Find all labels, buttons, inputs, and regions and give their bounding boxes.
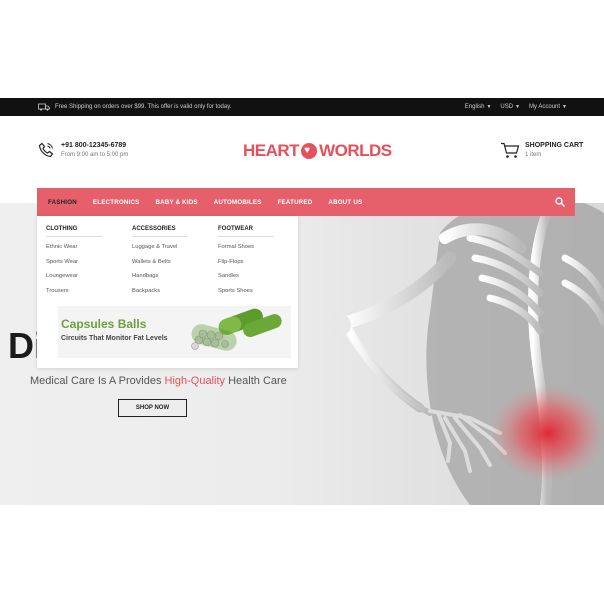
contact-phone[interactable]: +91 800-12345-6789 From 9:00 am to 5:00 … bbox=[38, 142, 128, 158]
account-label: My Account bbox=[529, 104, 561, 110]
hero-tagline: Medical Care Is A Provides High-Quality … bbox=[30, 375, 287, 387]
cart-title: SHOPPING CART bbox=[525, 142, 584, 149]
nav-item-electronics[interactable]: ELECTRONICS bbox=[93, 199, 140, 206]
menu-link[interactable]: Sandles bbox=[218, 273, 274, 279]
cart-icon bbox=[501, 142, 520, 158]
column-heading: CLOTHING bbox=[46, 226, 102, 237]
shop-now-button[interactable]: SHOP NOW bbox=[118, 399, 187, 417]
menu-link[interactable]: Sports Shoes bbox=[218, 288, 274, 294]
nav-item-about-us[interactable]: ABOUT US bbox=[328, 199, 362, 206]
phone-icon bbox=[38, 142, 54, 158]
tagline-start: Medical Care Is A Provides bbox=[30, 375, 165, 387]
promo-title: Capsules Balls bbox=[61, 317, 147, 331]
phone-number: +91 800-12345-6789 bbox=[61, 142, 127, 149]
tagline-end: Health Care bbox=[225, 375, 287, 387]
shipping-text: Free Shipping on orders over $99. This o… bbox=[55, 104, 232, 110]
site-logo[interactable]: HEART WORLDS bbox=[243, 141, 392, 161]
menu-column-accessories: ACCESSORIES Luggage & Travel Wallets & B… bbox=[132, 226, 188, 302]
nav-item-baby-kids[interactable]: BABY & KIDS bbox=[155, 199, 197, 206]
main-nav: FASHION ELECTRONICS BABY & KIDS AUTOMOBI… bbox=[37, 188, 575, 216]
search-icon[interactable] bbox=[555, 197, 565, 207]
menu-link[interactable]: Luggage & Travel bbox=[132, 244, 188, 250]
truck-icon bbox=[38, 103, 50, 111]
heart-icon bbox=[301, 143, 318, 159]
chevron-down-icon: ▼ bbox=[562, 104, 567, 110]
nav-item-featured[interactable]: FEATURED bbox=[278, 199, 313, 206]
shopping-cart[interactable]: SHOPPING CART 1 item bbox=[500, 142, 583, 159]
nav-item-automobiles[interactable]: AUTOMOBILES bbox=[214, 199, 262, 206]
menu-link[interactable]: Backpacks bbox=[132, 288, 188, 294]
capsules-image bbox=[191, 308, 282, 351]
chevron-down-icon: ▼ bbox=[486, 104, 492, 110]
chevron-down-icon: ▼ bbox=[515, 104, 521, 110]
column-heading: FOOTWEAR bbox=[218, 226, 274, 237]
logo-text-left: HEART bbox=[243, 141, 300, 160]
currency-select[interactable]: USD ▼ bbox=[500, 104, 520, 110]
language-select[interactable]: English ▼ bbox=[465, 104, 492, 110]
logo-text-right: WORLDS bbox=[319, 141, 392, 160]
currency-label: USD bbox=[500, 104, 514, 110]
shipping-notice: Free Shipping on orders over $99. This o… bbox=[38, 98, 231, 116]
promo-banner[interactable]: Capsules Balls Circuits That Monitor Fat… bbox=[58, 306, 291, 358]
menu-link[interactable]: Formal Shoes bbox=[218, 244, 274, 250]
menu-column-footwear: FOOTWEAR Formal Shoes Flip-Flops Sandles… bbox=[218, 226, 274, 302]
menu-link[interactable]: Ethnic Wear bbox=[46, 244, 102, 250]
account-menu[interactable]: My Account ▼ bbox=[529, 104, 567, 110]
menu-link[interactable]: Wallets & Belts bbox=[132, 259, 188, 265]
menu-link[interactable]: Sports Wear bbox=[46, 259, 102, 265]
menu-link[interactable]: Flip-Flops bbox=[218, 259, 274, 265]
fashion-mega-menu: CLOTHING Ethnic Wear Sports Wear Loungew… bbox=[37, 216, 298, 368]
menu-column-clothing: CLOTHING Ethnic Wear Sports Wear Loungew… bbox=[46, 226, 102, 302]
menu-link[interactable]: Trousers bbox=[46, 288, 102, 294]
nav-item-fashion[interactable]: FASHION bbox=[48, 199, 77, 206]
tagline-highlight: High-Quality bbox=[164, 375, 226, 387]
menu-link[interactable]: Loungewear bbox=[46, 273, 102, 279]
promo-subtitle: Circuits That Monitor Fat Levels bbox=[61, 335, 168, 342]
top-bar: Free Shipping on orders over $99. This o… bbox=[0, 98, 604, 116]
cart-count: 1 item bbox=[525, 152, 542, 158]
column-heading: ACCESSORIES bbox=[132, 226, 188, 237]
opening-hours: From 9:00 am to 5:00 pm bbox=[61, 152, 129, 158]
menu-link[interactable]: Handbags bbox=[132, 273, 188, 279]
language-label: English bbox=[464, 104, 485, 110]
